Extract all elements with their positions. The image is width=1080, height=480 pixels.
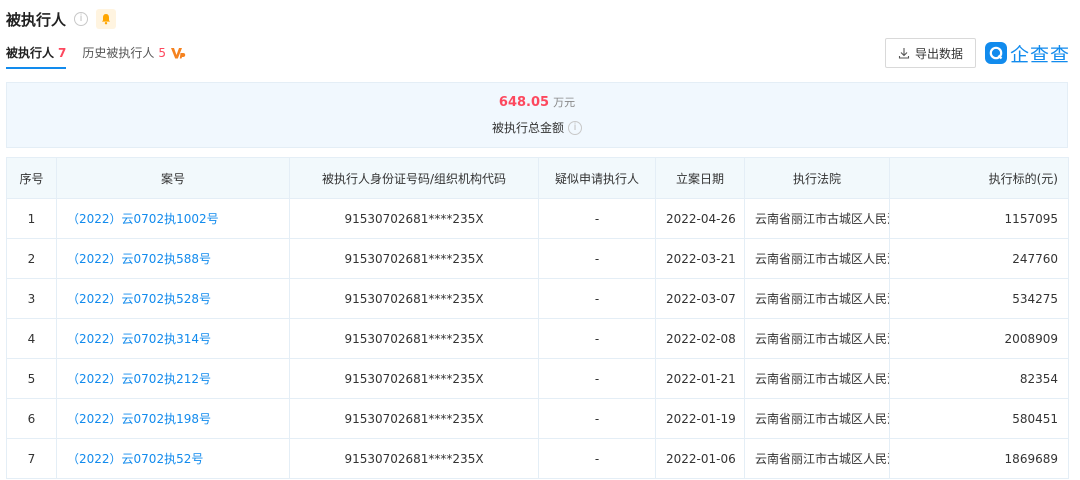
total-amount-summary: 648.05 万元 被执行总金额 i: [6, 82, 1068, 148]
execution-amount: 534275: [889, 278, 1069, 319]
section-header: 被执行人 i: [6, 6, 117, 32]
row-index: 4: [6, 318, 57, 359]
id-code: 91530702681****235X: [289, 438, 539, 479]
id-code: 91530702681****235X: [289, 398, 539, 439]
execution-amount: 580451: [889, 398, 1069, 439]
filing-date: 2022-03-21: [655, 238, 745, 279]
info-icon[interactable]: i: [74, 12, 89, 26]
applicant: -: [538, 238, 656, 279]
applicant: -: [538, 278, 656, 319]
applicant: -: [538, 358, 656, 399]
column-header-filing-date: 立案日期: [655, 157, 745, 199]
id-code: 91530702681****235X: [289, 278, 539, 319]
table-row: 6 （2022）云0702执198号 91530702681****235X -…: [6, 398, 1069, 439]
page-title: 被执行人: [6, 10, 67, 29]
column-header-amount: 执行标的(元): [889, 157, 1069, 199]
table-row: 2 （2022）云0702执588号 91530702681****235X -…: [6, 238, 1069, 279]
execution-amount: 1157095: [889, 198, 1069, 239]
tab-label: 被执行人: [6, 46, 55, 60]
filing-date: 2022-01-21: [655, 358, 745, 399]
table-row: 3 （2022）云0702执528号 91530702681****235X -…: [6, 278, 1069, 319]
filing-date: 2022-02-08: [655, 318, 745, 359]
execution-amount: 247760: [889, 238, 1069, 279]
row-index: 7: [6, 438, 57, 479]
table-header-row: 序号 案号 被执行人身份证号码/组织机构代码 疑似申请执行人 立案日期 执行法院…: [6, 157, 1069, 199]
row-index: 1: [6, 198, 57, 239]
id-code: 91530702681****235X: [289, 318, 539, 359]
total-amount-value: 648.05: [498, 95, 550, 110]
tab-count: 7: [58, 45, 67, 60]
filing-date: 2022-04-26: [655, 198, 745, 239]
id-code: 91530702681****235X: [289, 198, 539, 239]
id-code: 91530702681****235X: [289, 238, 539, 279]
court: 云南省丽江市古城区人民法院: [744, 278, 890, 319]
case-number-link[interactable]: （2022）云0702执212号: [67, 372, 211, 386]
court: 云南省丽江市古城区人民法院: [744, 438, 890, 479]
column-header-index: 序号: [6, 157, 57, 199]
total-amount-unit: 万元: [553, 96, 576, 109]
court: 云南省丽江市古城区人民法院: [744, 358, 890, 399]
id-code: 91530702681****235X: [289, 358, 539, 399]
export-label: 导出数据: [914, 46, 963, 61]
table-row: 1 （2022）云0702执1002号 91530702681****235X …: [6, 198, 1069, 239]
case-number-link[interactable]: （2022）云0702执198号: [67, 412, 211, 426]
brand-name: 企查查: [1010, 43, 1071, 66]
total-amount-label: 被执行总金额: [491, 121, 564, 135]
row-index: 3: [6, 278, 57, 319]
filing-date: 2022-01-06: [655, 438, 745, 479]
amount-label-line: 被执行总金额 i: [492, 119, 582, 136]
applicant: -: [538, 318, 656, 359]
execution-amount: 1869689: [889, 438, 1069, 479]
case-number-link[interactable]: （2022）云0702执1002号: [67, 212, 219, 226]
amount-line: 648.05 万元: [499, 94, 575, 110]
tab-bar: 被执行人 7 历史被执行人 5: [6, 44, 186, 70]
court: 云南省丽江市古城区人民法院: [744, 318, 890, 359]
column-header-id-code: 被执行人身份证号码/组织机构代码: [289, 157, 539, 199]
tab-label: 历史被执行人: [82, 46, 155, 60]
row-index: 6: [6, 398, 57, 439]
table-row: 4 （2022）云0702执314号 91530702681****235X -…: [6, 318, 1069, 359]
vip-icon: [170, 46, 186, 60]
column-header-court: 执行法院: [744, 157, 890, 199]
tab-history-executed-persons[interactable]: 历史被执行人 5: [82, 44, 186, 67]
filing-date: 2022-03-07: [655, 278, 745, 319]
filing-date: 2022-01-19: [655, 398, 745, 439]
applicant: -: [538, 398, 656, 439]
column-header-case-number: 案号: [56, 157, 290, 199]
table-row: 5 （2022）云0702执212号 91530702681****235X -…: [6, 358, 1069, 399]
case-number-link[interactable]: （2022）云0702执52号: [67, 452, 203, 466]
applicant: -: [538, 198, 656, 239]
table-row: 7 （2022）云0702执52号 91530702681****235X - …: [6, 438, 1069, 479]
row-index: 2: [6, 238, 57, 279]
execution-amount: 2008909: [889, 318, 1069, 359]
column-header-applicant: 疑似申请执行人: [538, 157, 656, 199]
bell-icon[interactable]: [96, 9, 117, 29]
case-number-link[interactable]: （2022）云0702执314号: [67, 332, 211, 346]
qichacha-logo-icon: [985, 42, 1007, 64]
court: 云南省丽江市古城区人民法院: [744, 238, 890, 279]
download-icon: [898, 48, 910, 59]
export-data-button[interactable]: 导出数据: [885, 38, 976, 68]
info-icon[interactable]: i: [568, 120, 582, 135]
tab-executed-persons[interactable]: 被执行人 7: [6, 44, 67, 69]
execution-amount: 82354: [889, 358, 1069, 399]
court: 云南省丽江市古城区人民法院: [744, 398, 890, 439]
row-index: 5: [6, 358, 57, 399]
executed-persons-table: 序号 案号 被执行人身份证号码/组织机构代码 疑似申请执行人 立案日期 执行法院…: [6, 157, 1069, 479]
tab-count: 5: [158, 45, 167, 60]
court: 云南省丽江市古城区人民法院: [744, 198, 890, 239]
applicant: -: [538, 438, 656, 479]
case-number-link[interactable]: （2022）云0702执588号: [67, 252, 211, 266]
brand-logo: 企查查: [985, 38, 1070, 68]
case-number-link[interactable]: （2022）云0702执528号: [67, 292, 211, 306]
